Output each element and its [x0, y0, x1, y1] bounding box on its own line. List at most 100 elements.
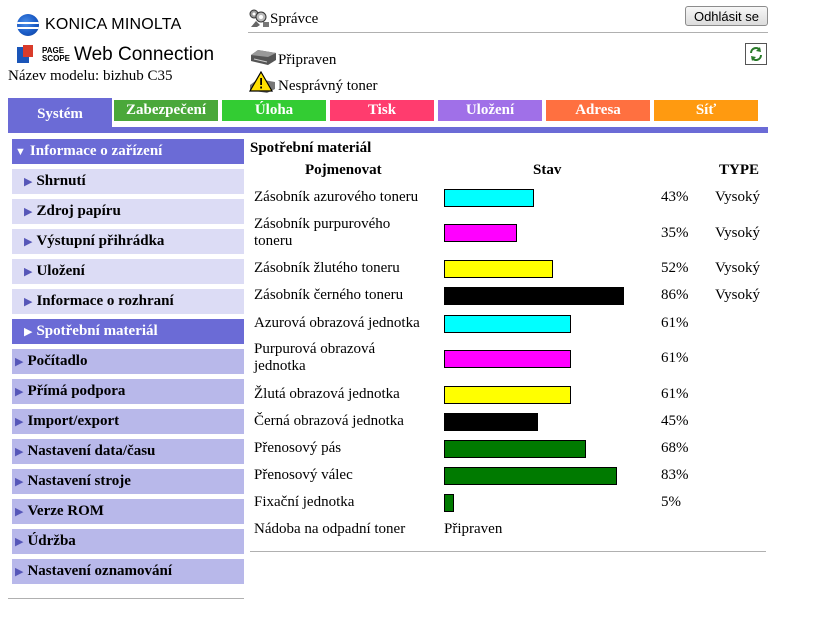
- refresh-button[interactable]: [745, 43, 767, 65]
- sidebar-item-label: Uložení: [36, 263, 85, 279]
- arrow-right-icon: ▶: [24, 296, 33, 308]
- level-bar: [444, 467, 617, 485]
- tab-job[interactable]: Úloha: [222, 100, 326, 121]
- level-bar: [444, 494, 454, 512]
- consumable-name: Zásobník černého toneru: [254, 287, 404, 303]
- tab-security[interactable]: Zabezpečení: [114, 100, 218, 121]
- level-percent: 83%: [661, 467, 689, 483]
- level-percent: 68%: [661, 440, 689, 456]
- sidebar-item-device-information[interactable]: ▼ Informace o zařízení: [12, 139, 244, 164]
- level-bar: [444, 386, 571, 404]
- arrow-right-icon: ▶: [15, 506, 24, 518]
- sidebar-item-label: Výstupní přihrádka: [36, 233, 165, 249]
- tab-system[interactable]: Systém: [8, 98, 112, 130]
- product-name: Web Connection: [74, 44, 215, 65]
- toner-warning: Nesprávný toner: [248, 70, 378, 95]
- sidebar-item-rom-version[interactable]: ▶ Verze ROM: [12, 499, 244, 524]
- sidebar-item-storage[interactable]: ▶ Uložení: [12, 259, 244, 284]
- level-percent: 35%: [661, 225, 689, 241]
- level-bar: [444, 287, 624, 305]
- arrow-right-icon: ▶: [24, 266, 33, 278]
- arrow-right-icon: ▶: [15, 476, 24, 488]
- administrator-icon: [249, 9, 269, 27]
- sidebar-item-consumables[interactable]: ▶ Spotřební materiál: [12, 319, 244, 344]
- sidebar-item-notification-settings[interactable]: ▶ Nastavení oznamování: [12, 559, 244, 584]
- tab-storage[interactable]: Uložení: [438, 100, 542, 121]
- level-percent: 61%: [661, 350, 689, 366]
- page-title: Spotřební materiál: [250, 140, 372, 156]
- tab-print[interactable]: Tisk: [330, 100, 434, 121]
- consumable-name: Fixační jednotka: [254, 494, 355, 510]
- sidebar-item-label: Údržba: [27, 533, 76, 549]
- arrow-right-icon: ▶: [24, 236, 33, 248]
- consumable-name: Černá obrazová jednotka: [254, 413, 404, 429]
- sidebar-item-label: Import/export: [27, 413, 120, 429]
- level-bar: [444, 350, 571, 368]
- tab-address[interactable]: Adresa: [546, 100, 650, 121]
- sidebar-item-label: Nastavení data/času: [27, 443, 156, 459]
- level-percent: 43%: [661, 189, 689, 205]
- consumable-name: Purpurová obrazová jednotka: [254, 341, 376, 374]
- level-percent: 45%: [661, 413, 689, 429]
- konica-minolta-wordmark: KONICA MINOLTA: [45, 16, 182, 33]
- header-divider: [248, 32, 768, 33]
- arrow-right-icon: ▶: [24, 206, 33, 218]
- sidebar-divider: [8, 598, 244, 599]
- content-divider: [250, 551, 766, 552]
- pagescope-logo: PAGE SCOPE Web Connection: [17, 43, 214, 67]
- sidebar-item-label: Nastavení stroje: [27, 473, 131, 489]
- sidebar-item-label: Počítadlo: [27, 353, 88, 369]
- sidebar-item-output-tray[interactable]: ▶ Výstupní přihrádka: [12, 229, 244, 254]
- sidebar-item-label: Verze ROM: [27, 503, 104, 519]
- sidebar-item-label: Zdroj papíru: [36, 203, 121, 219]
- sidebar-item-label: Spotřební materiál: [36, 323, 158, 339]
- sidebar-item-label: Informace o rozhraní: [36, 293, 174, 309]
- consumable-type: Vysoký: [715, 189, 761, 205]
- sidebar-item-maintenance[interactable]: ▶ Údržba: [12, 529, 244, 554]
- column-header-name: Pojmenovat: [305, 162, 382, 178]
- level-bar: [444, 315, 571, 333]
- consumable-name: Zásobník žlutého toneru: [254, 260, 400, 276]
- arrow-right-icon: ▶: [15, 386, 24, 398]
- sidebar-item-direct-support[interactable]: ▶ Přímá podpora: [12, 379, 244, 404]
- consumable-type: Vysoký: [715, 287, 761, 303]
- printer-icon: [251, 49, 276, 65]
- column-header-status: Stav: [533, 162, 562, 178]
- consumable-name: Žlutá obrazová jednotka: [254, 386, 400, 402]
- arrow-right-icon: ▶: [15, 356, 24, 368]
- logout-button[interactable]: Odhlásit se: [685, 6, 768, 26]
- sidebar-item-label: Přímá podpora: [27, 383, 126, 399]
- tab-bar-underline: [8, 127, 768, 133]
- waste-status: Připraven: [444, 521, 503, 537]
- arrow-right-icon: ▶: [15, 416, 24, 428]
- consumable-name: Zásobník purpurového toneru: [254, 216, 391, 249]
- arrow-right-icon: ▶: [24, 326, 33, 338]
- sidebar-item-summary[interactable]: ▶ Shrnutí: [12, 169, 244, 194]
- level-bar: [444, 440, 586, 458]
- warning-icon: [248, 70, 275, 93]
- consumable-name: Zásobník azurového toneru: [254, 189, 419, 205]
- sidebar-item-machine-settings[interactable]: ▶ Nastavení stroje: [12, 469, 244, 494]
- sidebar-item-interface-information[interactable]: ▶ Informace o rozhraní: [12, 289, 244, 314]
- consumable-name: Nádoba na odpadní toner: [254, 521, 406, 537]
- level-percent: 5%: [661, 494, 681, 510]
- level-bar: [444, 189, 534, 207]
- arrow-right-icon: ▶: [24, 176, 33, 188]
- sidebar-item-paper-source[interactable]: ▶ Zdroj papíru: [12, 199, 244, 224]
- sidebar-item-counter[interactable]: ▶ Počítadlo: [12, 349, 244, 374]
- level-percent: 61%: [661, 386, 689, 402]
- sidebar-item-label: Informace o zařízení: [29, 143, 163, 159]
- model-name: Název modelu: bizhub C35: [8, 68, 173, 84]
- sidebar-item-import-export[interactable]: ▶ Import/export: [12, 409, 244, 434]
- consumable-name: Přenosový válec: [254, 467, 353, 483]
- arrow-right-icon: ▶: [15, 536, 24, 548]
- expanded-arrow-icon: ▼: [15, 145, 26, 158]
- column-header-type: TYPE: [719, 162, 760, 178]
- tab-network[interactable]: Síť: [654, 100, 758, 121]
- consumable-name: Azurová obrazová jednotka: [254, 315, 420, 331]
- user-info: Správce: [248, 8, 318, 28]
- level-bar: [444, 224, 517, 242]
- refresh-icon: [750, 47, 762, 61]
- printer-status: Připraven: [248, 44, 336, 69]
- sidebar-item-date-time-settings[interactable]: ▶ Nastavení data/času: [12, 439, 244, 464]
